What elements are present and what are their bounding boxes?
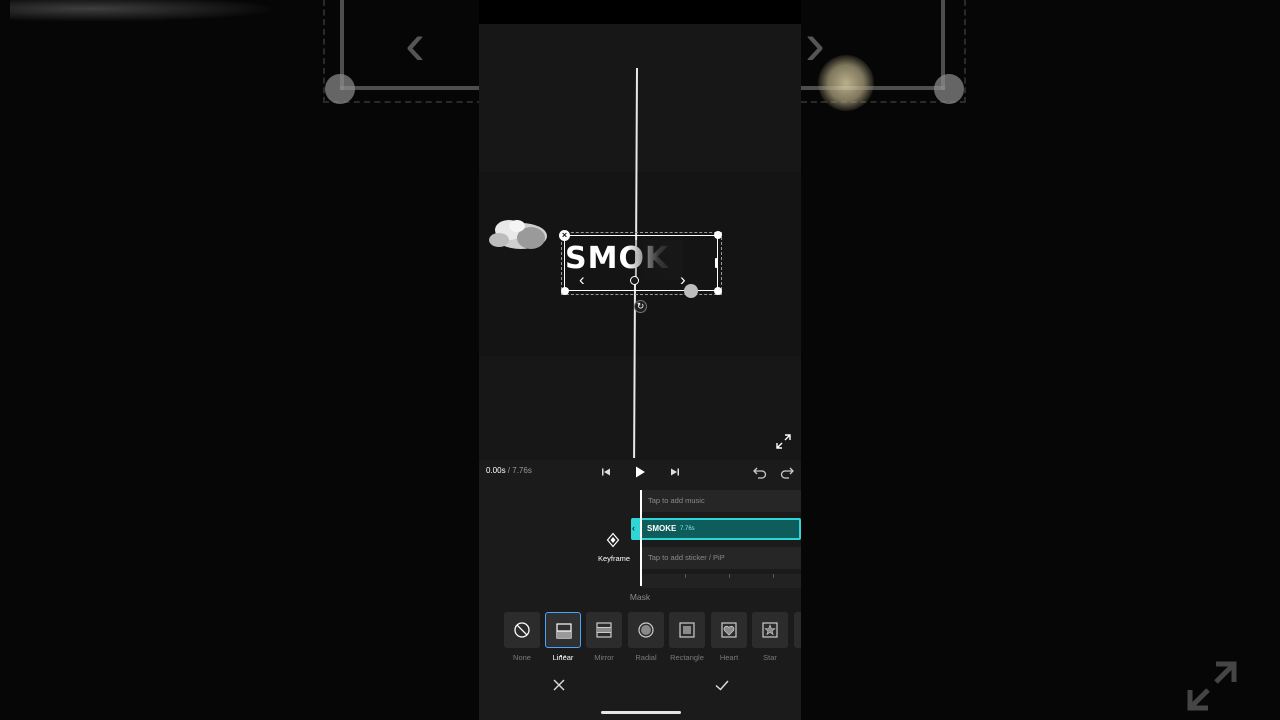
status-bar bbox=[479, 0, 801, 24]
play-icon[interactable] bbox=[632, 464, 648, 480]
resize-handle-top-right[interactable] bbox=[714, 231, 722, 239]
blurred-handle bbox=[325, 74, 355, 104]
mask-option-rectangle[interactable]: Rectangle bbox=[668, 611, 706, 667]
blurred-background-left: ‹ bbox=[0, 0, 483, 720]
mask-option-partial[interactable] bbox=[793, 611, 801, 667]
mask-option-star[interactable]: Star bbox=[751, 611, 789, 667]
bottom-action-bar bbox=[479, 670, 801, 706]
blurred-handle bbox=[934, 74, 964, 104]
none-icon bbox=[514, 622, 530, 638]
mask-center-handle[interactable] bbox=[630, 276, 639, 285]
blurred-frame-line bbox=[340, 86, 480, 90]
text-clip[interactable]: ‹ SMOKE 7.76s bbox=[631, 518, 801, 540]
star-icon bbox=[762, 622, 778, 638]
blurred-smoke bbox=[10, 0, 280, 22]
mask-tile bbox=[504, 612, 540, 648]
clip-duration: 7.76s bbox=[680, 526, 695, 532]
timeline[interactable]: Tap to add music ‹ SMOKE 7.76s Tap to ad… bbox=[479, 484, 801, 588]
mask-tile bbox=[752, 612, 788, 648]
mask-options: None Linear Mirror Radial Rectangle Hear… bbox=[479, 611, 801, 667]
mask-tile bbox=[545, 612, 581, 657]
mask-tile bbox=[794, 612, 801, 648]
resize-handle-bottom-right[interactable] bbox=[714, 287, 722, 295]
rectangle-icon bbox=[679, 622, 695, 638]
music-track[interactable]: Tap to add music bbox=[641, 490, 801, 512]
redo-icon[interactable] bbox=[779, 464, 795, 480]
blurred-chevron-right-icon: › bbox=[805, 10, 825, 77]
music-track-label: Tap to add music bbox=[648, 496, 705, 505]
feather-handle[interactable] bbox=[684, 284, 698, 298]
skip-to-end-icon[interactable] bbox=[667, 464, 683, 480]
fullscreen-icon[interactable] bbox=[776, 434, 791, 449]
keyframe-button[interactable]: Keyframe bbox=[594, 532, 634, 566]
time-ruler bbox=[641, 574, 801, 588]
current-time: 0.00s bbox=[486, 466, 506, 475]
adjust-dots bbox=[560, 644, 570, 657]
side-handle[interactable] bbox=[715, 258, 718, 268]
ruler-tick bbox=[685, 574, 686, 578]
mask-tile bbox=[628, 612, 664, 648]
blurred-background-right: › bbox=[791, 0, 1280, 720]
home-indicator[interactable] bbox=[601, 711, 681, 714]
ruler-tick bbox=[729, 574, 730, 578]
selection-box[interactable] bbox=[564, 235, 718, 291]
mask-tile bbox=[586, 612, 622, 648]
linear-icon bbox=[556, 623, 572, 639]
keyframe-label: Keyframe bbox=[597, 554, 631, 563]
skip-to-start-icon[interactable] bbox=[598, 464, 614, 480]
playhead[interactable] bbox=[640, 490, 642, 586]
mirror-icon bbox=[596, 622, 612, 638]
mask-option-mirror[interactable]: Mirror bbox=[585, 611, 623, 667]
close-icon[interactable]: × bbox=[559, 230, 570, 241]
blurred-chevron-left-icon: ‹ bbox=[405, 10, 425, 77]
rotate-icon[interactable]: ↻ bbox=[634, 300, 647, 313]
blurred-feather-handle bbox=[818, 55, 874, 111]
mask-panel-title: Mask bbox=[629, 592, 651, 602]
heart-icon bbox=[721, 622, 737, 638]
radial-icon bbox=[638, 622, 654, 638]
blurred-fullscreen-icon bbox=[1187, 661, 1237, 711]
phone-screen: SMOK × ‹ › ↻ 0.00s / 7.76s Tap to add mu… bbox=[479, 0, 801, 720]
confirm-check-icon[interactable] bbox=[713, 676, 731, 694]
total-time: / 7.76s bbox=[505, 466, 532, 475]
cancel-icon[interactable] bbox=[550, 676, 568, 694]
mask-tile bbox=[711, 612, 747, 648]
screen: ‹ › SMOK × ‹ › ↻ 0.00s / 7.76s Tap to ad… bbox=[0, 0, 1280, 720]
playback-bar: 0.00s / 7.76s bbox=[479, 460, 801, 484]
smoke-cloud-image bbox=[489, 220, 547, 249]
chevron-left-icon[interactable]: ‹ bbox=[579, 271, 585, 288]
mask-option-label: Star bbox=[763, 653, 777, 662]
sticker-track[interactable]: Tap to add sticker / PiP bbox=[641, 547, 801, 569]
mask-tile bbox=[669, 612, 705, 648]
keyframe-diamond-icon bbox=[606, 532, 620, 548]
resize-handle-bottom-left[interactable] bbox=[561, 287, 569, 295]
clip-title: SMOKE bbox=[647, 524, 677, 533]
sticker-track-label: Tap to add sticker / PiP bbox=[648, 553, 725, 562]
ruler-tick bbox=[773, 574, 774, 578]
undo-icon[interactable] bbox=[752, 464, 768, 480]
time-readout: 0.00s / 7.76s bbox=[486, 466, 532, 475]
